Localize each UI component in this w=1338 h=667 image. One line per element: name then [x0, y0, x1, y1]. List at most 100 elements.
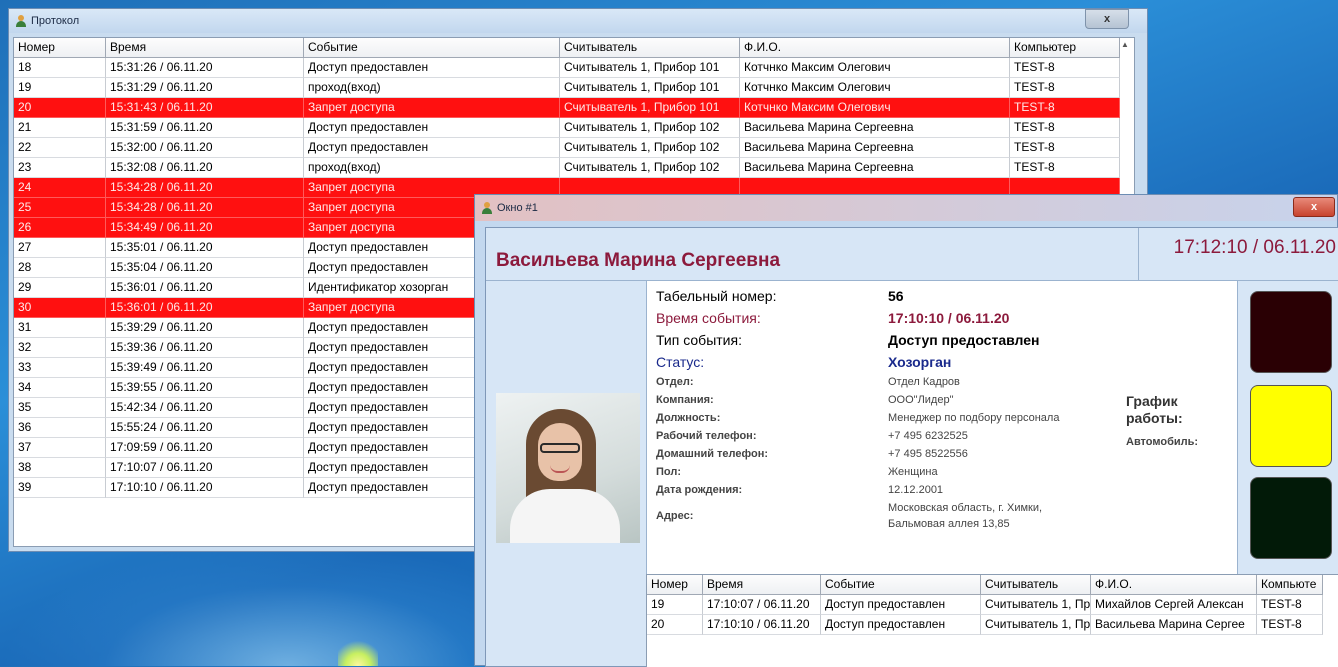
- cell-number: 30: [14, 298, 106, 318]
- gender-label: Пол:: [656, 466, 682, 478]
- col-header-computer[interactable]: Компьюте: [1257, 575, 1323, 595]
- table-row[interactable]: 18 15:31:26 / 06.11.20 Доступ предоставлен…: [14, 58, 1134, 78]
- col-header-event[interactable]: Событие: [821, 575, 981, 595]
- protocol-title: Протокол: [31, 15, 80, 27]
- user-icon: [15, 15, 27, 27]
- birthdate-value: 12.12.2001: [888, 484, 944, 496]
- birthdate-label: Дата рождения:: [656, 484, 743, 496]
- protocol-close-button[interactable]: x: [1085, 9, 1129, 29]
- cell-number: 28: [14, 258, 106, 278]
- cell-reader: Считыватель 1, Прибор 102: [560, 138, 740, 158]
- cell-event: проход(вход): [304, 78, 560, 98]
- col-header-event[interactable]: Событие: [304, 38, 560, 58]
- cell-time: 15:39:29 / 06.11.20: [106, 318, 304, 338]
- cell-time: 15:39:36 / 06.11.20: [106, 338, 304, 358]
- cell-computer: TEST-8: [1257, 615, 1323, 635]
- tab-number-value: 56: [888, 288, 904, 304]
- cell-number: 23: [14, 158, 106, 178]
- work-phone-label: Рабочий телефон:: [656, 430, 757, 442]
- home-phone-value: +7 495 8522556: [888, 448, 968, 460]
- cell-time: 15:35:04 / 06.11.20: [106, 258, 304, 278]
- table-row[interactable]: 22 15:32:00 / 06.11.20 Доступ предоставлен…: [14, 138, 1134, 158]
- person-name: Васильева Марина Сергеевна: [496, 250, 781, 271]
- car-label: Автомобиль:: [1126, 436, 1199, 448]
- department-label: Отдел:: [656, 376, 694, 388]
- cell-number: 39: [14, 478, 106, 498]
- cell-number: 33: [14, 358, 106, 378]
- company-label: Компания:: [656, 394, 714, 406]
- cell-time: 15:39:55 / 06.11.20: [106, 378, 304, 398]
- person-photo: [496, 393, 640, 543]
- cell-number: 37: [14, 438, 106, 458]
- cell-computer: TEST-8: [1257, 595, 1323, 615]
- cell-time: 17:09:59 / 06.11.20: [106, 438, 304, 458]
- protocol-titlebar[interactable]: Протокол x: [9, 9, 1147, 33]
- event-type-value: Доступ предоставлен: [888, 332, 1040, 348]
- event-history-body: 19 17:10:07 / 06.11.20 Доступ предоставлен…: [647, 595, 1338, 635]
- cell-time: 15:34:49 / 06.11.20: [106, 218, 304, 238]
- col-header-reader[interactable]: Считыватель: [560, 38, 740, 58]
- col-header-time[interactable]: Время: [703, 575, 821, 595]
- table-row[interactable]: 20 17:10:10 / 06.11.20 Доступ предоставлен…: [647, 615, 1338, 635]
- col-header-computer[interactable]: Компьютер: [1010, 38, 1120, 58]
- position-value: Менеджер по подбору персонала: [888, 412, 1060, 424]
- status-value: Хозорган: [888, 354, 952, 370]
- position-label: Должность:: [656, 412, 721, 424]
- col-header-number[interactable]: Номер: [14, 38, 106, 58]
- desktop-logo-glow: [338, 636, 378, 666]
- gender-value: Женщина: [888, 466, 938, 478]
- cell-number: 29: [14, 278, 106, 298]
- cell-reader: Считыватель 1, Прибор 101: [560, 58, 740, 78]
- cell-time: 15:55:24 / 06.11.20: [106, 418, 304, 438]
- lamp-middle: [1250, 385, 1332, 467]
- cell-event: Доступ предоставлен: [821, 595, 981, 615]
- scroll-up-icon[interactable]: ▲: [1120, 40, 1130, 54]
- cell-computer: TEST-8: [1010, 138, 1120, 158]
- cell-number: 32: [14, 338, 106, 358]
- cell-time: 15:35:01 / 06.11.20: [106, 238, 304, 258]
- cell-event: Запрет доступа: [304, 98, 560, 118]
- person-card: Васильева Марина Сергеевна 17:12:10 / 06…: [485, 227, 1338, 667]
- cell-number: 19: [14, 78, 106, 98]
- cell-computer: TEST-8: [1010, 58, 1120, 78]
- cell-fio: Васильева Марина Сергее: [1091, 615, 1257, 635]
- schedule-label: График работы:: [1126, 393, 1183, 427]
- lamp-top: [1250, 291, 1332, 373]
- cell-number: 38: [14, 458, 106, 478]
- cell-number: 20: [14, 98, 106, 118]
- col-header-fio[interactable]: Ф.И.О.: [740, 38, 1010, 58]
- event-history-header: Номер Время Событие Считыватель Ф.И.О. К…: [647, 575, 1338, 595]
- address-line-2: Бальмовая аллея 13,85: [888, 518, 1010, 530]
- col-header-reader[interactable]: Считыватель: [981, 575, 1091, 595]
- cell-fio: Котчнко Максим Олегович: [740, 78, 1010, 98]
- cell-time: 15:42:34 / 06.11.20: [106, 398, 304, 418]
- cell-time: 15:31:43 / 06.11.20: [106, 98, 304, 118]
- col-header-number[interactable]: Номер: [647, 575, 703, 595]
- event-window: Окно #1 x Васильева Марина Сергеевна 17:…: [474, 194, 1338, 667]
- event-titlebar[interactable]: Окно #1 x: [475, 195, 1337, 221]
- col-header-fio[interactable]: Ф.И.О.: [1091, 575, 1257, 595]
- table-row[interactable]: 19 15:31:29 / 06.11.20 проход(вход) Считыва…: [14, 78, 1134, 98]
- cell-number: 26: [14, 218, 106, 238]
- cell-number: 36: [14, 418, 106, 438]
- table-row[interactable]: 19 17:10:07 / 06.11.20 Доступ предоставлен…: [647, 595, 1338, 615]
- table-row[interactable]: 20 15:31:43 / 06.11.20 Запрет доступа Считы…: [14, 98, 1134, 118]
- desktop-glow: [0, 540, 480, 666]
- lamp-bottom: [1250, 477, 1332, 559]
- cell-event: Доступ предоставлен: [304, 138, 560, 158]
- cell-time: 17:10:07 / 06.11.20: [703, 595, 821, 615]
- event-close-button[interactable]: x: [1293, 197, 1335, 217]
- cell-time: 15:36:01 / 06.11.20: [106, 278, 304, 298]
- department-value: Отдел Кадров: [888, 376, 960, 388]
- cell-time: 15:32:00 / 06.11.20: [106, 138, 304, 158]
- person-header: Васильева Марина Сергеевна 17:12:10 / 06…: [486, 228, 1338, 281]
- cell-number: 27: [14, 238, 106, 258]
- cell-time: 15:36:01 / 06.11.20: [106, 298, 304, 318]
- col-header-time[interactable]: Время: [106, 38, 304, 58]
- cell-reader: Считыватель 1, Прибор 102: [560, 118, 740, 138]
- cell-time: 15:31:26 / 06.11.20: [106, 58, 304, 78]
- cell-event: Доступ предоставлен: [304, 58, 560, 78]
- cell-number: 31: [14, 318, 106, 338]
- table-row[interactable]: 21 15:31:59 / 06.11.20 Доступ предоставлен…: [14, 118, 1134, 138]
- table-row[interactable]: 23 15:32:08 / 06.11.20 проход(вход) Считыва…: [14, 158, 1134, 178]
